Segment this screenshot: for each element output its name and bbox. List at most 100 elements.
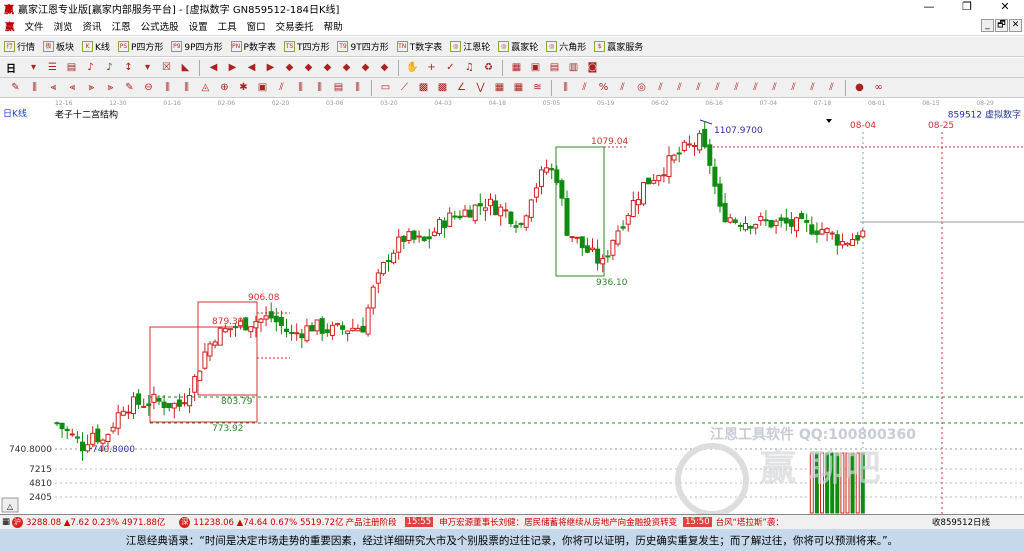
candle[interactable]	[207, 343, 213, 357]
tool-icon[interactable]: ↕	[122, 61, 135, 74]
candle[interactable]	[166, 402, 172, 409]
candle[interactable]	[90, 432, 96, 445]
candle[interactable]	[365, 307, 371, 335]
candle[interactable]	[396, 236, 402, 253]
candle[interactable]	[233, 326, 238, 329]
candle[interactable]	[421, 236, 427, 242]
tool-icon[interactable]: ●	[853, 81, 866, 94]
candle[interactable]	[401, 235, 407, 242]
tool-icon[interactable]: ▤	[332, 81, 345, 94]
tool-icon[interactable]: ▶	[226, 61, 239, 74]
candle[interactable]	[615, 230, 621, 245]
candle[interactable]	[136, 393, 142, 405]
candle[interactable]	[788, 219, 794, 227]
tool-icon[interactable]: ✱	[237, 81, 250, 94]
candle[interactable]	[584, 245, 590, 253]
tool-icon[interactable]: ◆	[321, 61, 334, 74]
tool-icon[interactable]: ▭	[379, 81, 392, 94]
tool-icon[interactable]: ⫽	[711, 81, 724, 94]
candle[interactable]	[773, 220, 779, 227]
toolbar-button[interactable]: T9 9T四方形	[337, 40, 389, 53]
candle[interactable]	[559, 180, 565, 199]
candle[interactable]	[324, 329, 330, 334]
tool-icon[interactable]: ▾	[27, 61, 40, 74]
candle[interactable]	[712, 166, 718, 187]
candle[interactable]	[651, 179, 657, 184]
tool-icon[interactable]: ⫷	[47, 81, 60, 94]
candle[interactable]	[319, 318, 325, 334]
candle[interactable]	[676, 152, 682, 155]
candle[interactable]	[131, 396, 136, 415]
restore-button[interactable]: ❐	[948, 0, 986, 13]
candle[interactable]	[125, 411, 131, 414]
toolbar-button[interactable]: ◎ 赢家轮	[498, 40, 538, 53]
tool-icon[interactable]: ⫼	[351, 81, 364, 94]
tool-icon[interactable]: ♪	[84, 61, 97, 74]
tool-icon[interactable]: ⫷	[66, 81, 79, 94]
toolbar-button[interactable]: 板板块	[43, 40, 74, 53]
candle[interactable]	[824, 228, 830, 234]
menu-item[interactable]: 江恩	[112, 19, 131, 33]
tool-icon[interactable]: ◆	[340, 61, 353, 74]
candle[interactable]	[794, 217, 799, 232]
tool-icon[interactable]: ✎	[123, 81, 136, 94]
candle[interactable]	[457, 215, 463, 219]
candle[interactable]	[85, 444, 91, 452]
candle[interactable]	[539, 169, 544, 187]
candle[interactable]	[416, 235, 422, 238]
candle[interactable]	[156, 398, 162, 402]
tool-icon[interactable]: ⊕	[218, 81, 231, 94]
candle[interactable]	[452, 215, 458, 218]
tool-icon[interactable]: ▤	[548, 61, 561, 74]
tool-icon[interactable]: ⫽	[578, 81, 591, 94]
news-item[interactable]: 申万宏源董事长刘健：居民储蓄将继续从房地产向金融投资转变	[439, 516, 677, 528]
candle[interactable]	[176, 399, 182, 407]
candle[interactable]	[294, 332, 300, 335]
tool-icon[interactable]: ♻	[482, 61, 495, 74]
candle[interactable]	[656, 175, 662, 182]
candle[interactable]	[299, 333, 305, 339]
candle[interactable]	[431, 231, 437, 237]
tool-icon[interactable]: ▣	[529, 61, 542, 74]
tool-icon[interactable]: ♫	[463, 61, 476, 74]
candle[interactable]	[574, 236, 580, 239]
candle[interactable]	[263, 315, 269, 320]
candle[interactable]	[268, 311, 274, 319]
tool-icon[interactable]: ▾	[141, 61, 154, 74]
candle[interactable]	[467, 209, 473, 218]
tool-icon[interactable]: ◆	[378, 61, 391, 74]
candle[interactable]	[630, 199, 636, 217]
menu-item[interactable]: 浏览	[54, 19, 73, 33]
candle[interactable]	[722, 203, 728, 223]
candle[interactable]	[809, 224, 815, 235]
candle[interactable]	[54, 422, 60, 425]
candle[interactable]	[335, 323, 340, 326]
menu-item[interactable]: 工具	[218, 19, 237, 33]
candle[interactable]	[238, 320, 244, 327]
candle[interactable]	[528, 199, 534, 218]
minimize-button[interactable]: —	[910, 0, 948, 13]
tool-icon[interactable]: ☒	[160, 61, 173, 74]
candle[interactable]	[192, 376, 198, 393]
candle[interactable]	[778, 217, 784, 221]
candle[interactable]	[692, 145, 697, 148]
menu-item[interactable]: 帮助	[324, 19, 343, 33]
candle[interactable]	[447, 212, 453, 227]
candle[interactable]	[860, 230, 866, 238]
tool-icon[interactable]: +	[425, 61, 438, 74]
tool-icon[interactable]: ⫼	[161, 81, 174, 94]
period-selector[interactable]: 日	[6, 60, 16, 75]
candle[interactable]	[707, 144, 713, 166]
tool-icon[interactable]: ◎	[635, 81, 648, 94]
candle[interactable]	[493, 200, 499, 216]
candle[interactable]	[508, 211, 514, 225]
candle[interactable]	[187, 394, 193, 407]
candle[interactable]	[605, 255, 611, 258]
candle[interactable]	[829, 232, 835, 235]
toolbar-button[interactable]: ◎ 六角形	[546, 40, 586, 53]
candle[interactable]	[727, 217, 733, 223]
tool-icon[interactable]: ▥	[567, 61, 580, 74]
candle[interactable]	[850, 239, 856, 246]
candle[interactable]	[411, 230, 417, 240]
candle[interactable]	[579, 236, 585, 249]
